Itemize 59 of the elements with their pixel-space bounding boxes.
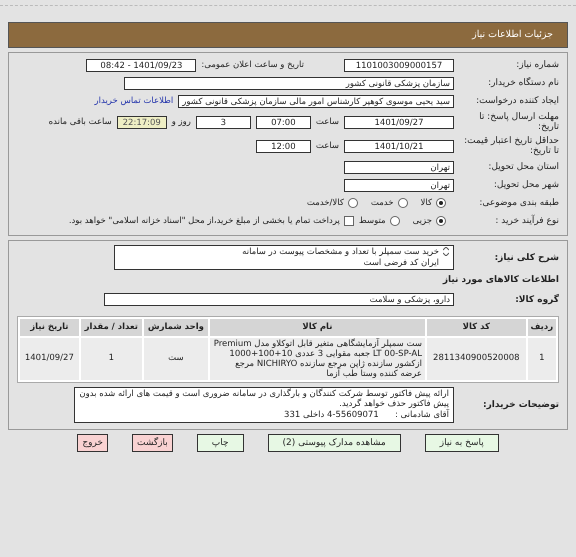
field-label: شهر محل تحویل: — [492, 180, 559, 190]
input-field[interactable]: 1401/10/21 — [344, 140, 454, 153]
notes-field[interactable]: ارائه پیش فاکتور توسط شرکت کنندگان و بارگذاری در سامانه ضروری است و قیمت های ارائه شده بدون پیش فاکتور حذف خواهد گردید. آقای شادمانی : 55609071-4 داخلی 331 — [74, 386, 454, 422]
column-header: تاریخ نیاز — [20, 318, 79, 336]
input-field[interactable]: 1401/09/27 — [344, 116, 454, 129]
input-field[interactable]: 12:00 — [256, 140, 311, 153]
input-field[interactable]: 1101003009000157 — [344, 58, 454, 72]
table-cell: ست سمپلر آزمایشگاهی متغیر قابل اتوکلاو مدل Premium LT 00-SP-AL جعبه مقوایی 3 عددی 10+100+1000 ازکشور سازنده ژاپن مرجع سازنده NICHIRYO مرجع عرضه کننده وستا طب آزما — [210, 338, 425, 380]
field-label: توضیحات خریدار: — [482, 400, 559, 410]
radio-option[interactable]: کالا/خدمت — [306, 196, 358, 210]
field-label: تاریخ و ساعت اعلان عمومی: — [201, 58, 304, 72]
field-label: نام دستگاه خریدار: — [487, 78, 559, 88]
column-header: تعداد / مقدار — [80, 318, 142, 336]
column-header: کد کالا — [426, 318, 526, 336]
action-button[interactable]: مشاهده مدارک پیوستی (2) — [268, 434, 401, 452]
radio-option[interactable]: کالا — [420, 196, 446, 210]
field-label: روز و — [172, 116, 191, 129]
remaining-time-field[interactable]: 22:17:09 — [116, 116, 167, 129]
field-label: استان محل تحویل: — [487, 162, 559, 172]
field-label: نوع فرآیند خرید : — [494, 216, 559, 226]
column-header: نام کالا — [210, 318, 425, 336]
radio-option[interactable]: متوسط — [358, 214, 400, 228]
field-label: شرح کلی نیاز: — [494, 252, 559, 263]
action-button[interactable]: پاسخ به نیاز — [424, 434, 499, 452]
scroll-arrows-icon[interactable] — [443, 247, 449, 256]
table-cell: 2811340900520008 — [426, 338, 526, 380]
payment-checkbox[interactable]: پرداخت تمام یا بخشی از مبلغ خرید،از محل "اسناد خزانه اسلامی" خواهد بود. — [68, 214, 354, 228]
table-cell: 1401/09/27 — [20, 338, 79, 380]
field-label: طبقه بندی موضوعی: — [478, 198, 559, 208]
description-field[interactable]: خرید ست سمپلر با تعداد و مشخصات پیوست در سامانه ایران کد فرضی است — [114, 245, 454, 270]
action-button[interactable]: بازگشت — [132, 434, 173, 452]
radio-option[interactable]: خدمت — [370, 196, 408, 210]
field-label: ساعت — [316, 116, 339, 129]
column-header: ردیف — [528, 318, 556, 336]
table-cell: 1 — [80, 338, 142, 380]
input-field[interactable]: 1401/09/23 - 08:42 — [86, 58, 196, 72]
radio-option[interactable]: جزیی — [412, 214, 446, 228]
input-field[interactable]: تهران — [344, 178, 454, 192]
action-button[interactable]: خروج — [77, 434, 108, 452]
field-label: ساعت باقی مانده — [48, 116, 112, 129]
page-header: جزئیات اطلاعات نیاز — [8, 22, 568, 48]
table-cell: 1 — [528, 338, 556, 380]
input-field[interactable]: تهران — [344, 160, 454, 174]
field-label: مهلت ارسال پاسخ: تا تاریخ: — [478, 112, 559, 132]
column-header: واحد شمارش — [144, 318, 208, 336]
field-label: شماره نیاز: — [515, 60, 559, 70]
field-label: ساعت — [316, 140, 339, 153]
table-cell: ست — [144, 338, 208, 380]
input-field[interactable]: 3 — [196, 116, 251, 129]
action-button[interactable]: چاپ — [196, 434, 244, 452]
field-label: ایجاد کننده درخواست: — [475, 96, 559, 106]
contact-link[interactable]: اطلاعات تماس خریدار — [94, 94, 174, 108]
field-label: حداقل تاریخ اعتبار قیمت: تا تاریخ: — [463, 136, 559, 156]
input-field[interactable]: دارو، پزشکی و سلامت — [104, 293, 454, 306]
field-label: گروه کالا: — [514, 294, 559, 305]
input-field[interactable]: 07:00 — [256, 116, 311, 129]
input-field[interactable]: سازمان پزشکی قانونی کشور — [124, 76, 454, 90]
section-title: اطلاعات کالاهای مورد نیاز — [442, 274, 559, 288]
input-field[interactable]: سید یحیی موسوی کوهپر کارشناس امور مالی سازمان پزشکی قانونی کشور — [178, 94, 454, 108]
